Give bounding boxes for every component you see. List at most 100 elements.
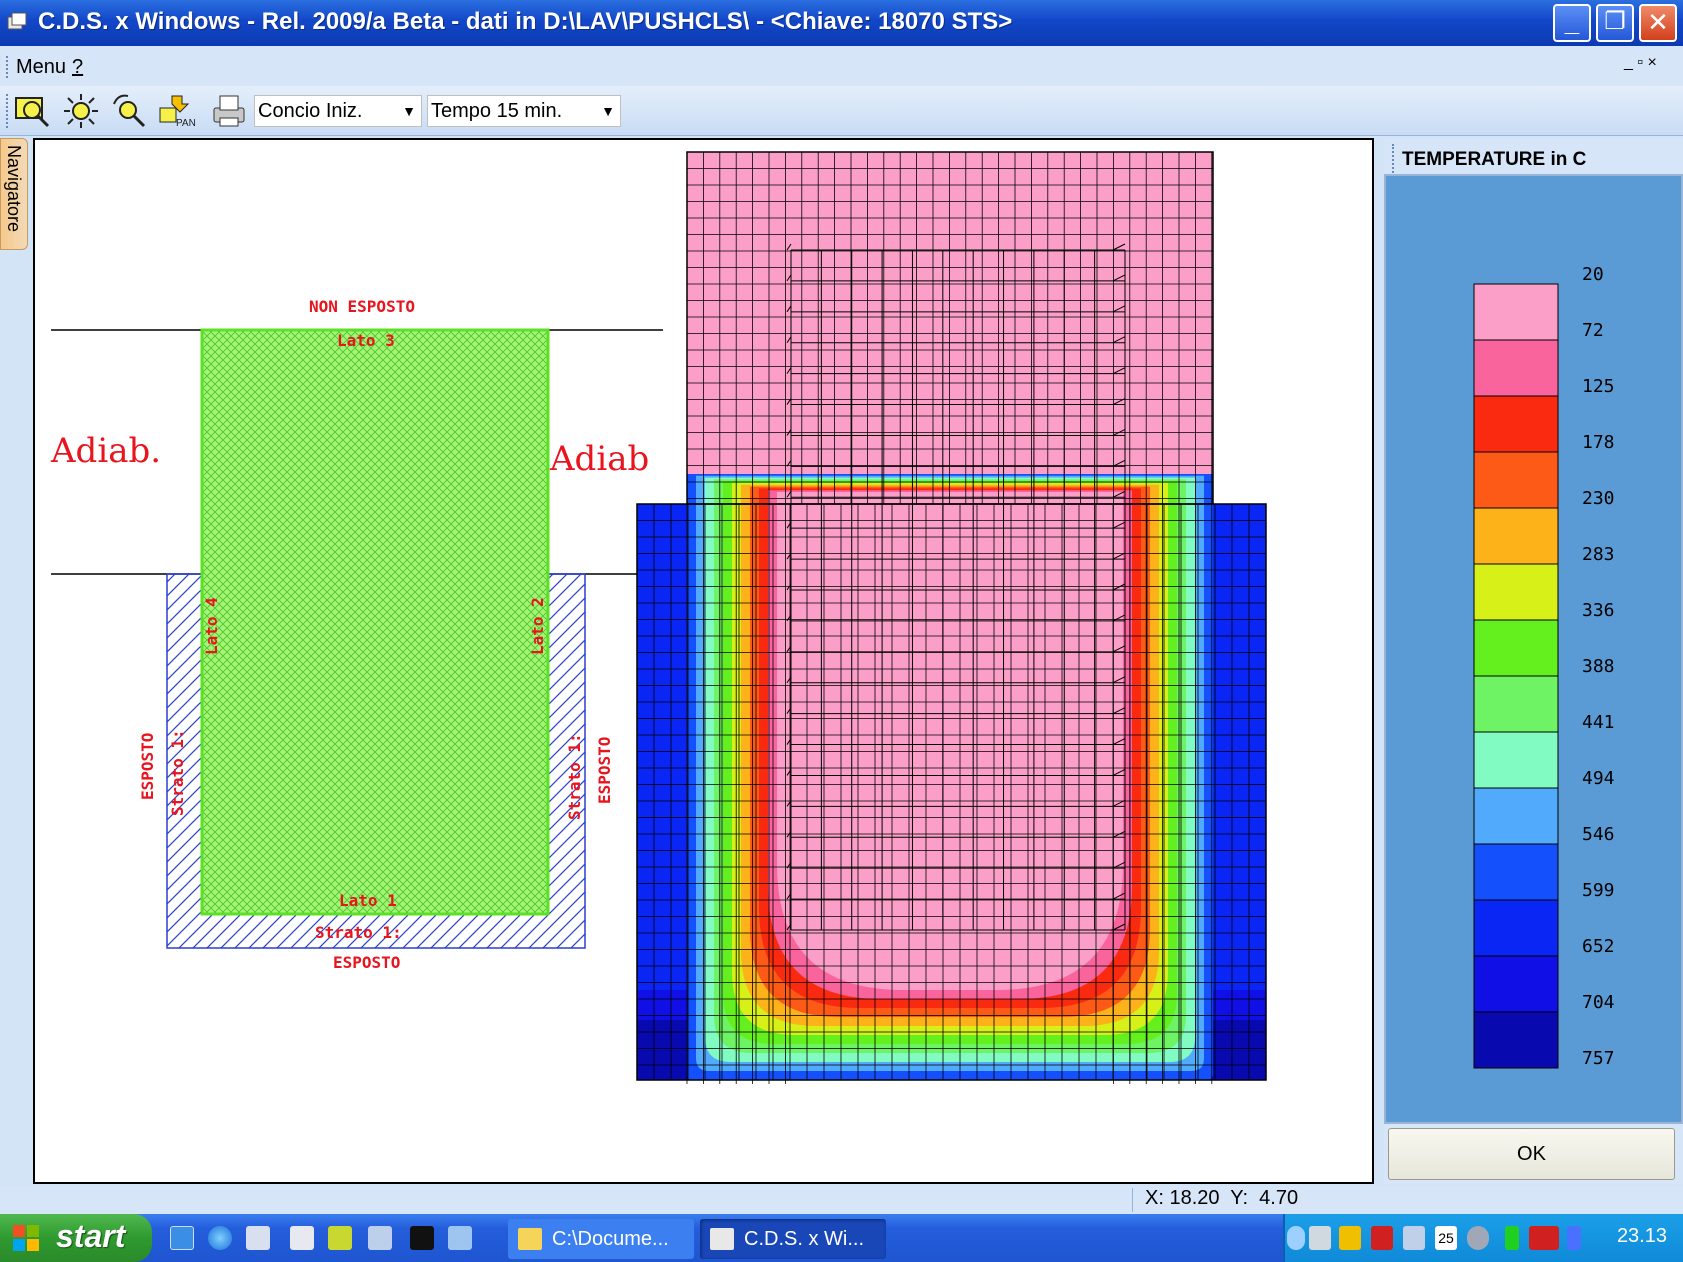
task-explorer[interactable]: C:\Docume... <box>508 1219 694 1259</box>
legend-swatch <box>1473 507 1559 565</box>
internet-explorer-icon[interactable] <box>208 1226 232 1250</box>
mdi-controls[interactable]: _ ▫ × <box>1624 54 1657 72</box>
minimize-icon: _ <box>1564 7 1580 37</box>
legend-value: 757 <box>1582 1048 1615 1069</box>
concio-select[interactable]: Concio Iniz. ▼ <box>254 95 422 127</box>
legend-swatch <box>1473 619 1559 677</box>
tray-power-icon[interactable] <box>1567 1226 1581 1250</box>
close-icon: ✕ <box>1647 7 1669 37</box>
chevron-down-icon[interactable]: ▼ <box>596 96 620 126</box>
legend-value: 441 <box>1582 712 1615 733</box>
legend-swatch <box>1473 899 1559 957</box>
pan-label: PAN <box>176 118 196 129</box>
zoom-all-icon[interactable] <box>62 92 100 130</box>
legend-swatch <box>1473 451 1559 509</box>
legend-value: 546 <box>1582 824 1615 845</box>
temperature-band <box>687 152 1213 526</box>
start-button[interactable]: start <box>0 1214 152 1262</box>
maximize-icon: ❐ <box>1604 8 1626 35</box>
cds-task-icon <box>710 1228 734 1250</box>
legend-body: 20 72 125 178 230 283 336 388 441 494 546 599 652 704… <box>1384 174 1683 1124</box>
title-bar[interactable]: C.D.S. x Windows - Rel. 2009/a Beta - da… <box>0 0 1683 46</box>
label-lato4: Lato 4 <box>202 597 221 655</box>
legend-swatches <box>1473 283 1559 1069</box>
start-label: start <box>56 1218 126 1254</box>
clock: 23.13 <box>1616 1225 1667 1247</box>
tray-battery-icon[interactable] <box>1505 1226 1519 1250</box>
menu-item-help[interactable]: ? <box>72 56 83 79</box>
label-lato1: Lato 1 <box>339 891 397 910</box>
tray-calendar-icon[interactable]: 25 <box>1435 1226 1457 1250</box>
legend-value: 599 <box>1582 880 1615 901</box>
tray-network-icon[interactable] <box>1403 1226 1425 1250</box>
explorer-quicklaunch-icon[interactable] <box>448 1226 472 1250</box>
label-lato3: Lato 3 <box>337 331 395 350</box>
task-cds[interactable]: C.D.S. x Wi... <box>700 1219 886 1259</box>
show-desktop-icon[interactable] <box>170 1226 194 1250</box>
tempo-select[interactable]: Tempo 15 min. ▼ <box>427 95 621 127</box>
legend-swatch <box>1473 843 1559 901</box>
legend-value: 704 <box>1582 992 1615 1013</box>
menu-bar: Menu ? _ ▫ × <box>0 46 1683 86</box>
legend-value: 283 <box>1582 544 1615 565</box>
thermal-map <box>636 151 1267 1084</box>
label-esposto-right: ESPOSTO <box>595 737 614 804</box>
zoom-dynamic-icon[interactable] <box>110 92 148 130</box>
legend-value: 125 <box>1582 376 1615 397</box>
ok-button[interactable]: OK <box>1388 1128 1675 1180</box>
app-icon <box>7 12 27 30</box>
tools-icon[interactable] <box>368 1226 392 1250</box>
label-adiab-right: Adiab <box>549 439 649 479</box>
minimize-button[interactable]: _ <box>1553 4 1591 42</box>
legend-title: TEMPERATURE in C <box>1392 144 1586 176</box>
task-explorer-label: C:\Docume... <box>552 1228 669 1250</box>
legend-labels: 20 72 125 178 230 283 336 388 441 494 546 599 652 704… <box>1582 264 1615 1069</box>
legend-swatch <box>1473 731 1559 789</box>
navigator-tab-label: Navigatore <box>4 145 24 233</box>
maximize-button[interactable]: ❐ <box>1596 4 1634 42</box>
navigator-tab[interactable]: Navigatore <box>0 138 28 250</box>
legend-value: 20 <box>1582 264 1604 285</box>
app-quicklaunch-icon[interactable] <box>328 1226 352 1250</box>
label-strato-right: Strato 1: <box>565 733 584 820</box>
tray-expand-icon[interactable] <box>1287 1226 1305 1250</box>
print-icon[interactable] <box>210 92 248 130</box>
legend-swatch <box>1473 395 1559 453</box>
pan-icon[interactable]: PAN <box>158 92 198 130</box>
label-lato2: Lato 2 <box>528 597 547 655</box>
close-button[interactable]: ✕ <box>1639 4 1677 42</box>
label-strato-left: Strato 1: <box>168 729 187 816</box>
menu-item-menu[interactable]: Menu <box>16 56 66 79</box>
tray-disk-icon[interactable] <box>1467 1226 1489 1250</box>
legend-value: 652 <box>1582 936 1615 957</box>
task-cds-label: C.D.S. x Wi... <box>744 1228 864 1250</box>
drawing-svg: NON ESPOSTO Lato 3 Adiab. Adiab Lato 4 L… <box>50 151 1267 1084</box>
legend-value: 178 <box>1582 432 1615 453</box>
label-esposto-left: ESPOSTO <box>138 733 157 800</box>
tray-computer-icon[interactable] <box>1309 1226 1331 1250</box>
legend-swatch <box>1473 675 1559 733</box>
legend-value: 388 <box>1582 656 1615 677</box>
section-schematic <box>51 328 663 949</box>
tray-ati-icon[interactable] <box>1529 1226 1559 1250</box>
label-esposto-bottom: ESPOSTO <box>333 953 400 972</box>
system-tray: 25 23.13 <box>1283 1214 1683 1262</box>
network-icon[interactable] <box>246 1226 270 1250</box>
drawing-canvas[interactable]: NON ESPOSTO Lato 3 Adiab. Adiab Lato 4 L… <box>33 138 1374 1184</box>
chevron-down-icon[interactable]: ▼ <box>397 96 421 126</box>
concio-select-value: Concio Iniz. <box>258 100 363 122</box>
tray-shield-icon[interactable] <box>1339 1226 1361 1250</box>
calculator-icon[interactable] <box>290 1226 314 1250</box>
legend-value: 494 <box>1582 768 1615 789</box>
legend-value: 336 <box>1582 600 1615 621</box>
label-non-esposto: NON ESPOSTO <box>309 297 415 316</box>
legend-value: 72 <box>1582 320 1604 341</box>
window-title: C.D.S. x Windows - Rel. 2009/a Beta - da… <box>38 8 1013 35</box>
command-prompt-icon[interactable] <box>410 1226 434 1250</box>
tray-alert-icon[interactable] <box>1371 1226 1393 1250</box>
toolbar-grip <box>6 94 8 128</box>
temperature-bands <box>637 152 1266 1080</box>
zoom-window-icon[interactable] <box>14 92 52 130</box>
legend-swatch <box>1473 339 1559 397</box>
folder-icon <box>518 1228 542 1250</box>
